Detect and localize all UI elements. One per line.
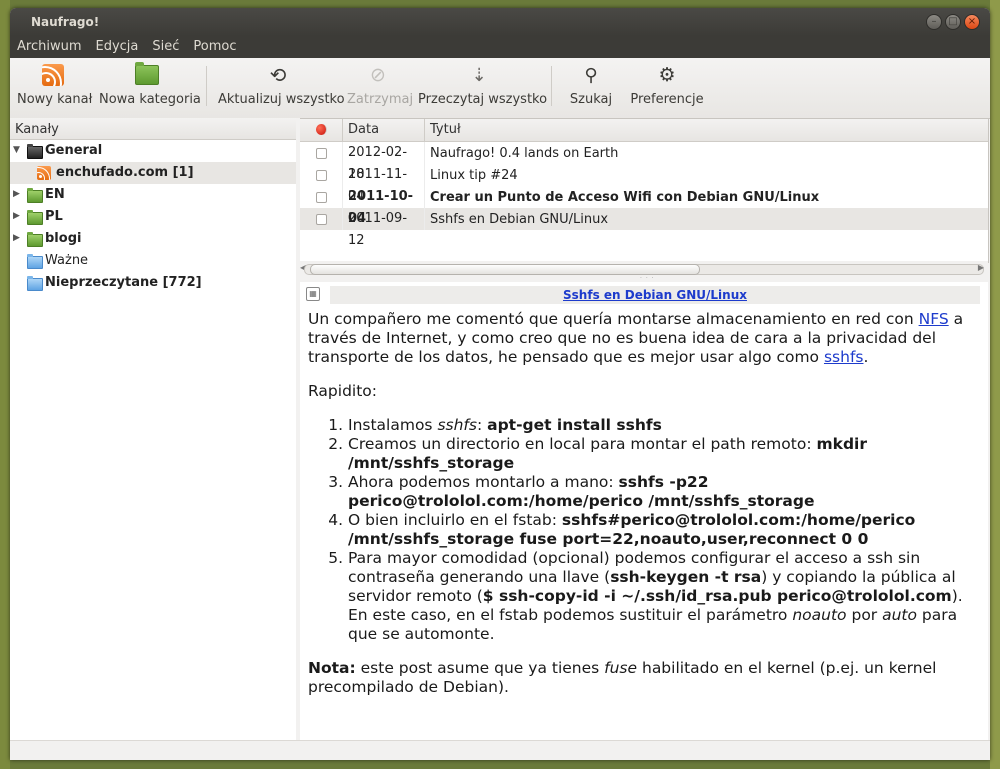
content-pane: Data Tytuł 2012-02-18 Naufrago! 0.4 land… xyxy=(300,118,990,740)
stop-button[interactable]: ⊘ Zatrzymaj xyxy=(347,60,413,107)
table-row[interactable]: 2011-09-12 Sshfs en Debian GNU/Linux xyxy=(300,208,988,248)
title-bar: Naufrago! – □ × xyxy=(10,8,990,36)
tree-item-nieprzeczytane[interactable]: Nieprzeczytane [772] xyxy=(10,272,296,294)
menu-bar: Archiwum Edycja Sieć Pomoc xyxy=(10,36,990,58)
unread-dot-icon xyxy=(315,124,327,135)
tree-item-wazne[interactable]: Ważne xyxy=(10,250,296,272)
rss-icon xyxy=(42,64,64,86)
list-item: O bien incluirlo en el fstab: sshfs#peri… xyxy=(348,511,980,549)
read-checkbox[interactable] xyxy=(315,213,327,225)
list-item: Ahora podemos montarlo a mano: sshfs -p2… xyxy=(348,473,980,511)
rss-icon xyxy=(37,166,51,180)
folder-icon xyxy=(27,210,43,225)
list-item: Instalamos sshfs: apt-get install sshfs xyxy=(348,416,980,435)
table-row[interactable]: 2011-10-04 Crear un Punto de Acceso Wifi… xyxy=(300,186,988,226)
expanded-arrow-icon: ▼ xyxy=(13,145,20,155)
pane-resize-grip[interactable]: · · · xyxy=(640,275,655,282)
read-checkbox[interactable] xyxy=(315,147,327,159)
new-feed-button[interactable]: Nowy kanał xyxy=(17,60,92,107)
mark-all-read-button[interactable]: ⇣ Przeczytaj wszystko xyxy=(418,60,547,108)
toolbar-separator xyxy=(206,66,207,106)
column-date[interactable]: Data xyxy=(343,119,425,141)
status-bar xyxy=(10,740,990,760)
menu-archiwum[interactable]: Archiwum xyxy=(10,36,89,58)
new-category-button[interactable]: Nowa kategoria xyxy=(99,60,201,107)
preferences-button[interactable]: ⚙ Preferencje xyxy=(630,60,704,107)
feeds-pane: Kanały ▼ General enchufado.com [1] ▶ EN … xyxy=(10,118,297,740)
toolbar-separator xyxy=(551,66,552,106)
menu-pomoc[interactable]: Pomoc xyxy=(186,36,243,58)
horizontal-scrollbar[interactable]: ◀ ▶ xyxy=(300,261,988,275)
close-button[interactable]: × xyxy=(964,14,980,30)
collapsed-arrow-icon: ▶ xyxy=(13,233,20,243)
scroll-right-icon[interactable]: ▶ xyxy=(978,263,984,272)
refresh-icon: ⟲ xyxy=(269,63,287,87)
article-title-link[interactable]: Sshfs en Debian GNU/Linux xyxy=(563,288,747,302)
read-checkbox[interactable] xyxy=(315,169,327,181)
sshfs-link[interactable]: sshfs xyxy=(824,348,864,366)
folder-icon xyxy=(135,62,159,85)
menu-siec[interactable]: Sieć xyxy=(145,36,186,58)
article-view: ▦ Sshfs en Debian GNU/Linux Un compañero… xyxy=(300,282,988,740)
collapsed-arrow-icon: ▶ xyxy=(13,211,20,221)
table-row[interactable]: 2011-11-04 Linux tip #24 xyxy=(300,164,988,204)
tree-item-blogi[interactable]: ▶ blogi xyxy=(10,228,296,250)
mark-read-icon: ⇣ xyxy=(471,64,487,86)
search-icon: ⚲ xyxy=(584,64,598,86)
maximize-button[interactable]: □ xyxy=(945,14,961,30)
steps-list: Instalamos sshfs: apt-get install sshfs … xyxy=(308,416,980,644)
column-title[interactable]: Tytuł xyxy=(425,119,988,141)
menu-edycja[interactable]: Edycja xyxy=(89,36,146,58)
folder-icon xyxy=(27,144,43,159)
article-paragraph: Un compañero me comentó que quería monta… xyxy=(308,310,964,366)
table-row[interactable]: 2012-02-18 Naufrago! 0.4 lands on Earth xyxy=(300,142,988,182)
read-checkbox[interactable] xyxy=(315,191,327,203)
folder-icon xyxy=(27,232,43,247)
folder-icon xyxy=(27,276,43,291)
view-mode-icon[interactable]: ▦ xyxy=(306,287,320,301)
gear-icon: ⚙ xyxy=(658,64,676,86)
toolbar: Nowy kanał Nowa kategoria ⟲ Aktualizuj w… xyxy=(10,58,990,119)
nfs-link[interactable]: NFS xyxy=(919,310,949,328)
column-unread[interactable] xyxy=(300,119,343,141)
tree-item-en[interactable]: ▶ EN xyxy=(10,184,296,206)
article-paragraph: Rapidito: xyxy=(308,382,378,400)
scrollbar-thumb[interactable] xyxy=(310,264,700,275)
feeds-header[interactable]: Kanały xyxy=(10,118,296,140)
tree-item-enchufado[interactable]: enchufado.com [1] xyxy=(10,162,296,184)
list-item: Para mayor comodidad (opcional) podemos … xyxy=(348,549,980,644)
stop-icon: ⊘ xyxy=(370,64,386,86)
article-note: Nota: este post asume que ya tienes fuse… xyxy=(308,659,937,696)
window-title: Naufrago! xyxy=(31,15,100,29)
article-body: Un compañero me comentó que quería monta… xyxy=(308,310,980,712)
tree-item-pl[interactable]: ▶ PL xyxy=(10,206,296,228)
tree-item-general[interactable]: ▼ General xyxy=(10,140,296,162)
minimize-button[interactable]: – xyxy=(926,14,942,30)
folder-icon xyxy=(27,254,43,269)
list-header: Data Tytuł xyxy=(300,119,988,142)
search-button[interactable]: ⚲ Szukaj xyxy=(567,60,615,108)
article-header: ▦ Sshfs en Debian GNU/Linux xyxy=(300,282,988,304)
app-window: Naufrago! – □ × Archiwum Edycja Sieć Pom… xyxy=(10,8,990,760)
entries-list: Data Tytuł 2012-02-18 Naufrago! 0.4 land… xyxy=(300,118,989,263)
list-item: Creamos un directorio en local para mont… xyxy=(348,435,980,473)
collapsed-arrow-icon: ▶ xyxy=(13,189,20,199)
update-all-button[interactable]: ⟲ Aktualizuj wszystko xyxy=(218,60,345,107)
folder-icon xyxy=(27,188,43,203)
